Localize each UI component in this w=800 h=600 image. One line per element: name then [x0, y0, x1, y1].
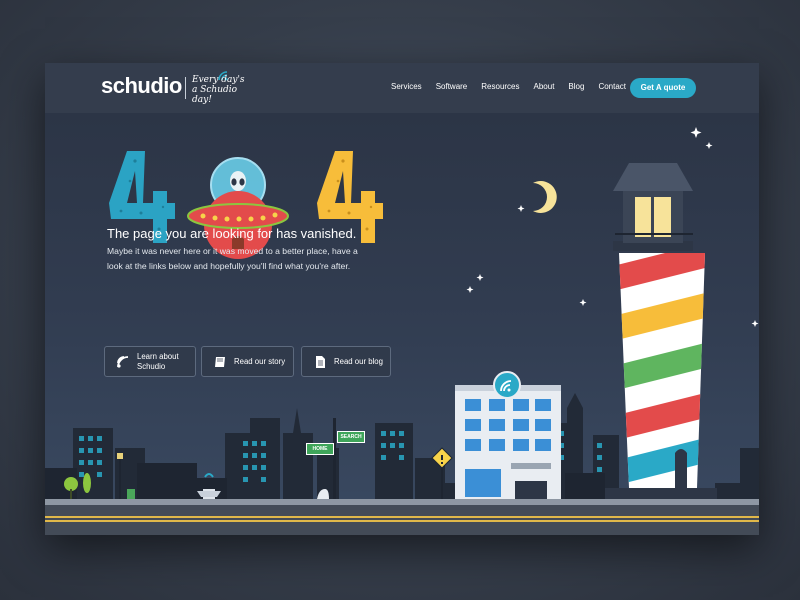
star-icon: [751, 320, 759, 327]
office-building: [455, 371, 561, 501]
sidewalk: [45, 499, 759, 505]
read-story-label: Read our story: [234, 356, 286, 366]
illustration: [45, 127, 759, 535]
search-sign: SEARCH: [337, 431, 365, 443]
wifi-icon: [115, 354, 131, 370]
lighthouse: [605, 163, 717, 500]
page-frame: schudio Every day's a Schudio day! Servi…: [45, 63, 759, 535]
learn-about-label: Learn about Schudio: [137, 351, 179, 371]
error-description: Maybe it was never here or it was moved …: [107, 246, 358, 271]
read-story-button[interactable]: Read our story: [201, 346, 294, 377]
star-icon: [466, 286, 474, 293]
error-headline: The page you are looking for has vanishe…: [107, 226, 357, 241]
road-line: [45, 520, 759, 522]
star-icon: [579, 299, 587, 306]
star-icon: [517, 205, 525, 212]
document-icon: [312, 354, 328, 370]
moon-icon: [533, 181, 557, 213]
read-blog-label: Read our blog: [334, 356, 383, 366]
star-icon: [690, 127, 702, 138]
book-icon: [212, 354, 228, 370]
read-blog-button[interactable]: Read our blog: [301, 346, 391, 377]
home-sign: HOME: [306, 443, 334, 455]
star-icon: [705, 142, 713, 149]
road-line: [45, 516, 759, 518]
star-icon: [476, 274, 484, 281]
stars: [466, 127, 759, 327]
learn-about-button[interactable]: Learn about Schudio: [104, 346, 196, 377]
